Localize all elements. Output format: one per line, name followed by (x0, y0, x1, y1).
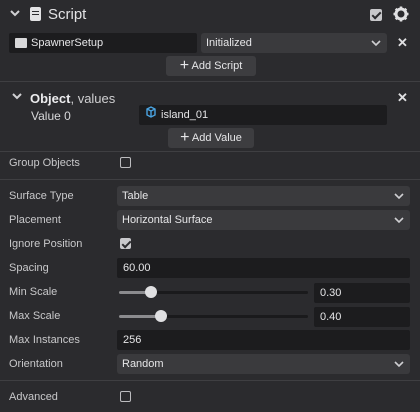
remove-object-close-icon[interactable]: ✕ (397, 90, 408, 106)
ignore-position-label: Ignore Position (9, 238, 83, 250)
remove-script-close-icon[interactable]: ✕ (397, 35, 408, 51)
add-value-label: Add Value (191, 132, 242, 144)
surface-type-select[interactable]: Table (117, 186, 410, 206)
script-event-value: Initialized (206, 37, 252, 49)
enabled-checkbox-icon[interactable] (370, 9, 382, 21)
max-scale-slider-thumb[interactable] (155, 310, 167, 322)
script-icon (30, 7, 41, 21)
gear-icon[interactable] (393, 6, 409, 25)
add-script-button[interactable]: + Add Script (166, 56, 256, 76)
plus-icon: + (180, 129, 190, 146)
value-0-label: Value 0 (31, 109, 71, 123)
surface-type-value: Table (122, 190, 149, 202)
placement-label: Placement (9, 214, 61, 226)
min-scale-field[interactable]: 0.30 (314, 283, 410, 303)
panel-title: Script (48, 6, 87, 23)
script-name-field[interactable]: SpawnerSetup (9, 33, 197, 53)
divider (0, 151, 420, 152)
object-collapse-chevron-down-icon[interactable] (12, 90, 22, 104)
max-scale-value: 0.40 (320, 311, 342, 323)
collapse-chevron-down-icon[interactable] (10, 8, 20, 21)
min-scale-value: 0.30 (320, 287, 342, 299)
placement-value: Horizontal Surface (122, 214, 213, 226)
max-scale-slider[interactable] (119, 310, 308, 322)
add-value-button[interactable]: + Add Value (168, 128, 254, 148)
group-objects-label: Group Objects (9, 157, 80, 169)
orientation-value: Random (122, 358, 164, 370)
spacing-field[interactable]: 60.00 (117, 258, 410, 278)
script-file-icon (15, 38, 27, 49)
group-objects-checkbox[interactable] (120, 157, 131, 168)
script-name: SpawnerSetup (31, 37, 104, 49)
spacing-label: Spacing (9, 262, 49, 274)
cube-icon (145, 106, 157, 124)
divider (0, 81, 420, 82)
object-value: island_01 (161, 109, 209, 121)
orientation-label: Orientation (9, 358, 63, 370)
max-instances-label: Max Instances (9, 334, 80, 346)
script-event-select[interactable]: Initialized (201, 33, 387, 53)
surface-type-label: Surface Type (9, 190, 74, 202)
chevron-down-icon (371, 33, 381, 61)
max-scale-label: Max Scale (9, 310, 61, 322)
placement-select[interactable]: Horizontal Surface (117, 210, 410, 230)
divider (0, 179, 420, 180)
max-instances-value: 256 (123, 334, 142, 346)
divider (0, 380, 420, 381)
chevron-down-icon (394, 210, 404, 238)
advanced-label: Advanced (9, 391, 58, 403)
add-script-label: Add Script (191, 60, 243, 72)
orientation-select[interactable]: Random (117, 354, 410, 374)
max-scale-field[interactable]: 0.40 (314, 307, 410, 327)
ignore-position-checkbox[interactable] (120, 238, 131, 249)
object-value-field[interactable]: island_01 (139, 105, 387, 125)
min-scale-label: Min Scale (9, 286, 58, 298)
min-scale-slider[interactable] (119, 286, 308, 298)
spacing-value: 60.00 (123, 262, 151, 274)
min-scale-slider-thumb[interactable] (145, 286, 157, 298)
plus-icon: + (179, 57, 190, 74)
chevron-down-icon (394, 354, 404, 382)
advanced-checkbox[interactable] (120, 391, 131, 402)
object-section-title: Object, values (30, 91, 116, 106)
script-header: Script (0, 0, 420, 30)
max-instances-field[interactable]: 256 (117, 330, 410, 350)
